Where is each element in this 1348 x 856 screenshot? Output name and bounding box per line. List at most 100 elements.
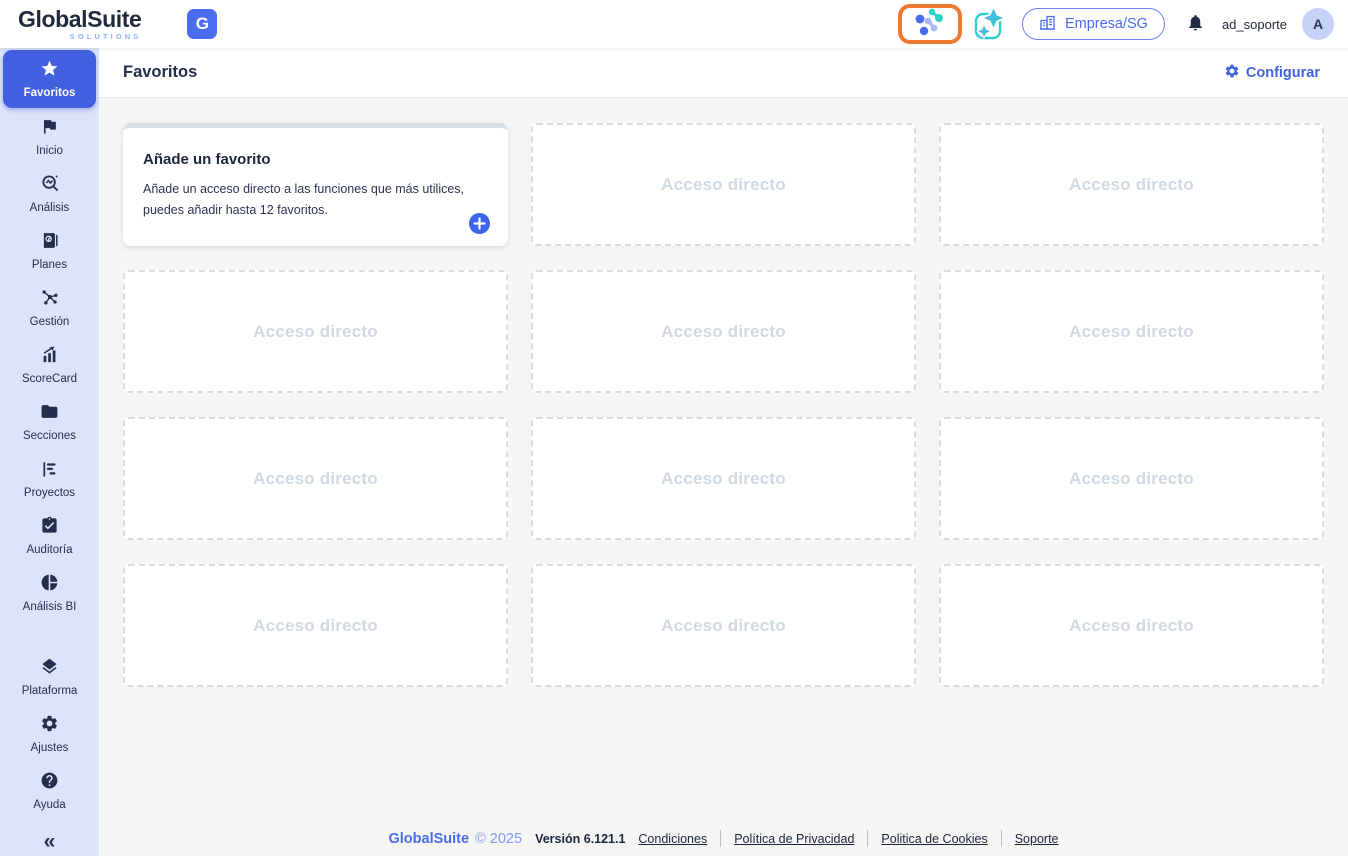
add-favorite-title: Añade un favorito [143, 151, 488, 168]
shortcut-placeholder-card: Acceso directo [939, 417, 1324, 540]
footer-version: Versión 6.121.1 [535, 832, 625, 846]
shortcut-placeholder-card: Acceso directo [123, 417, 508, 540]
shortcut-placeholder-label: Acceso directo [661, 322, 786, 342]
layers-icon [40, 657, 59, 681]
username-label: ad_soporte [1222, 17, 1287, 32]
help-icon [40, 771, 59, 795]
g-app-icon-letter: G [196, 14, 209, 34]
avatar-initial: A [1313, 16, 1323, 32]
notifications-button[interactable] [1186, 13, 1205, 35]
ai-sparkle-icon [971, 30, 1007, 45]
footer-link-privacidad[interactable]: Política de Privacidad [734, 832, 854, 846]
page-titlebar: Favoritos Configurar [99, 48, 1348, 98]
footer-link-soporte[interactable]: Soporte [1015, 832, 1059, 846]
footer-link-cookies[interactable]: Politica de Cookies [881, 832, 987, 846]
shortcut-placeholder-card: Acceso directo [123, 270, 508, 393]
report-book-icon [40, 231, 59, 255]
sidebar-item-auditoria[interactable]: Auditoría [0, 507, 99, 564]
shortcut-placeholder-label: Acceso directo [661, 616, 786, 636]
plus-icon [468, 223, 491, 238]
favorites-grid: Añade un favorito Añade un acceso direct… [123, 123, 1324, 687]
configure-gear-icon [1224, 63, 1240, 83]
shortcut-placeholder-card: Acceso directo [939, 123, 1324, 246]
bar-chart-arrow-icon [40, 344, 60, 369]
ai-assistant-button[interactable] [971, 6, 1007, 42]
sidebar-item-label: Ajustes [31, 742, 69, 754]
page-title: Favoritos [123, 63, 197, 82]
sidebar-item-secciones[interactable]: Secciones [0, 393, 99, 450]
sidebar-item-label: Planes [32, 259, 67, 271]
shortcut-placeholder-label: Acceso directo [1069, 175, 1194, 195]
sidebar-item-proyectos[interactable]: Proyectos [0, 450, 99, 507]
pie-chart-icon [40, 573, 59, 597]
app-header: GlobalSuite SOLUTIONS G [0, 0, 1348, 48]
gear-icon [40, 714, 59, 738]
g-app-icon[interactable]: G [187, 9, 217, 39]
header-actions: Empresa/SG ad_soporte A [898, 4, 1334, 44]
sidebar-item-label: Ayuda [33, 799, 65, 811]
star-icon [40, 59, 59, 83]
collapse-chevrons-icon: « [44, 830, 56, 853]
logo-title: GlobalSuite [18, 8, 141, 31]
sidebar-item-ajustes[interactable]: Ajustes [0, 705, 99, 762]
company-selector-button[interactable]: Empresa/SG [1022, 8, 1165, 40]
shortcut-placeholder-card: Acceso directo [531, 270, 916, 393]
shortcut-placeholder-label: Acceso directo [253, 322, 378, 342]
sidebar-item-scorecard[interactable]: ScoreCard [0, 336, 99, 393]
footer-separator [867, 830, 868, 847]
clipboard-check-icon [40, 516, 59, 540]
sidebar-item-analisis-bi[interactable]: Análisis BI [0, 564, 99, 621]
favorites-content: Añade un favorito Añade un acceso direct… [99, 98, 1348, 856]
shortcut-placeholder-label: Acceso directo [661, 175, 786, 195]
shortcut-placeholder-label: Acceso directo [1069, 616, 1194, 636]
shortcut-placeholder-label: Acceso directo [1069, 469, 1194, 489]
footer-link-condiciones[interactable]: Condiciones [638, 832, 707, 846]
apps-network-icon [912, 6, 948, 42]
sidebar-item-plataforma[interactable]: Plataforma [0, 648, 99, 705]
logo-subtitle: SOLUTIONS [70, 33, 142, 41]
shortcut-placeholder-label: Acceso directo [1069, 322, 1194, 342]
folder-icon [40, 402, 59, 426]
company-selector-label: Empresa/SG [1065, 16, 1148, 32]
sidebar-item-label: Inicio [36, 145, 63, 157]
bell-icon [1186, 20, 1205, 35]
shortcut-placeholder-card: Acceso directo [123, 564, 508, 687]
add-favorite-card: Añade un favorito Añade un acceso direct… [123, 123, 508, 246]
gantt-list-icon [40, 459, 59, 483]
shortcut-placeholder-label: Acceso directo [661, 469, 786, 489]
sidebar-item-analisis[interactable]: Análisis [0, 165, 99, 222]
configure-button[interactable]: Configurar [1224, 63, 1320, 83]
sidebar-item-label: Secciones [23, 430, 76, 442]
shortcut-placeholder-label: Acceso directo [253, 469, 378, 489]
footer-separator [720, 830, 721, 847]
sidebar-item-ayuda[interactable]: Ayuda [0, 762, 99, 819]
apps-network-button[interactable] [898, 4, 962, 44]
footer-separator [1001, 830, 1002, 847]
sidebar-item-label: Análisis BI [23, 601, 77, 613]
sidebar-item-label: Análisis [30, 202, 70, 214]
sidebar-item-label: Favoritos [24, 87, 76, 99]
main-area: Favoritos Configurar Añade un favorito A… [99, 48, 1348, 856]
sidebar-collapse-button[interactable]: « [0, 830, 99, 854]
shortcut-placeholder-card: Acceso directo [531, 123, 916, 246]
globalsuite-logo[interactable]: GlobalSuite SOLUTIONS [18, 8, 141, 41]
sidebar-item-label: Auditoría [26, 544, 72, 556]
sidebar-item-label: Gestión [30, 316, 70, 328]
flag-icon [40, 117, 59, 141]
sidebar-item-gestion[interactable]: Gestión [0, 279, 99, 336]
shortcut-placeholder-card: Acceso directo [531, 564, 916, 687]
sidebar-item-label: ScoreCard [22, 373, 77, 385]
sidebar-item-favoritos[interactable]: Favoritos [3, 50, 96, 108]
shortcut-placeholder-label: Acceso directo [253, 616, 378, 636]
sidebar-item-inicio[interactable]: Inicio [0, 108, 99, 165]
shortcut-placeholder-card: Acceso directo [939, 270, 1324, 393]
building-icon [1039, 14, 1056, 35]
add-favorite-description: Añade un acceso directo a las funciones … [143, 179, 488, 222]
footer-brand: GlobalSuite [389, 831, 470, 847]
sidebar-item-planes[interactable]: Planes [0, 222, 99, 279]
footer: GlobalSuite © 2025 Versión 6.121.1 Condi… [99, 830, 1348, 847]
avatar[interactable]: A [1302, 8, 1334, 40]
shortcut-placeholder-card: Acceso directo [939, 564, 1324, 687]
add-favorite-button[interactable] [468, 212, 491, 235]
magnifier-pulse-icon [40, 173, 60, 198]
